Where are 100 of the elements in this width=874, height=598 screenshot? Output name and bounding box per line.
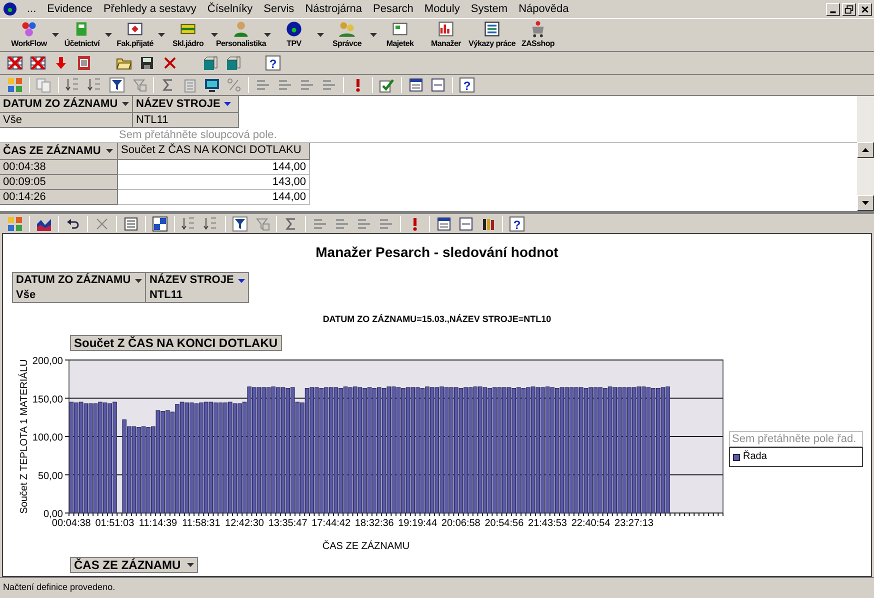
axis-tick-label: 18:32:36 [354, 518, 394, 529]
menu-item[interactable]: ... [25, 0, 38, 18]
sort-descending-icon[interactable] [87, 77, 103, 93]
menu-item[interactable]: Přehledy a sestavy [101, 0, 198, 18]
delete-grid-icon[interactable] [30, 55, 46, 71]
help-icon[interactable]: ? [265, 55, 281, 71]
axis-tick-label: 01:51:03 [95, 518, 134, 529]
axis-tick-label: 11:14:39 [138, 518, 178, 529]
legend-label: Řada [743, 450, 767, 464]
workflow-icon [20, 20, 38, 38]
column-header: Součet Z ČAS NA KONCI DOTLAKU [118, 143, 310, 160]
menu-item[interactable]: Nástrojárna [303, 0, 364, 18]
menu-item[interactable]: Servis [262, 0, 296, 18]
help-icon[interactable]: ? [459, 77, 475, 93]
sort-descending-icon[interactable] [203, 216, 219, 232]
asset-icon [391, 20, 409, 38]
scroll-down-button[interactable] [857, 195, 874, 211]
menu-item[interactable]: Číselníky [205, 0, 255, 18]
data-field-button[interactable]: Součet Z ČAS NA KONCI DOTLAKU [70, 335, 282, 351]
field-button[interactable]: ČAS ZE ZÁZNAMU [0, 143, 118, 160]
up-arrow-icon [862, 148, 869, 152]
field-button[interactable]: NÁZEV STROJE [146, 273, 249, 289]
caret-icon [264, 33, 271, 37]
menu-item[interactable]: Nápověda [516, 0, 571, 18]
sort-ascending-icon[interactable] [65, 77, 81, 93]
caret-icon [370, 33, 377, 37]
module-button[interactable]: Správce [324, 19, 370, 51]
caret-icon [211, 33, 218, 37]
sort-ascending-icon[interactable] [181, 216, 197, 232]
axis-tick-label: 12:42:30 [225, 518, 264, 529]
report-icon [483, 20, 501, 38]
field-list-icon[interactable] [7, 216, 23, 232]
field-button[interactable]: DATUM ZO ZÁZNAMU [13, 273, 146, 289]
menu-item[interactable]: Evidence [45, 0, 94, 18]
drop-hint: Sem přetáhněte sloupcová pole. [119, 129, 277, 141]
monitor-icon[interactable] [204, 77, 220, 93]
table-cell: Vše [13, 288, 146, 303]
form-icon[interactable] [430, 77, 446, 93]
axis-tick-label: 150,00 [32, 394, 63, 406]
module-button[interactable]: ZASshop [515, 19, 561, 51]
export-icon[interactable] [379, 77, 395, 93]
filter-icon[interactable] [232, 216, 248, 232]
table-cell: 144,00 [118, 160, 310, 175]
module-button[interactable]: Skl.jádro [165, 19, 211, 51]
axis-tick-label: 50,00 [38, 470, 63, 482]
invoice-icon [126, 20, 144, 38]
axis-tick-label: 200,00 [32, 356, 63, 367]
chart-icon [437, 20, 455, 38]
module-button[interactable]: WorkFlow [6, 19, 52, 51]
calculator-icon[interactable] [182, 77, 198, 93]
table-cell: 143,00 [118, 175, 310, 190]
status-text: Načtení definice provedeno. [3, 581, 116, 594]
restore-icon[interactable] [842, 2, 856, 16]
module-button[interactable]: Manažer [423, 19, 469, 51]
form-icon[interactable] [458, 216, 474, 232]
module-button[interactable]: TPV [271, 19, 317, 51]
field-button[interactable]: DATUM ZO ZÁZNAMU [0, 96, 133, 113]
caret-icon [186, 563, 194, 567]
field-button[interactable]: NÁZEV STROJE [133, 96, 239, 113]
app-logo-icon[interactable] [3, 2, 17, 16]
list-icon[interactable] [123, 216, 139, 232]
row-header: 00:04:38 [0, 160, 118, 175]
menu-item[interactable]: Pesarch [371, 0, 416, 18]
grid-icon[interactable] [152, 216, 168, 232]
report-icon[interactable] [76, 55, 92, 71]
save-icon[interactable] [139, 55, 155, 71]
module-button[interactable]: Personalistika [218, 19, 264, 51]
module-button[interactable]: Účetnictví [59, 19, 105, 51]
module-button[interactable]: Fak.přijaté [112, 19, 158, 51]
axis-tick-label: 100,00 [32, 432, 63, 444]
menu-item[interactable]: System [468, 0, 510, 18]
filter-icon[interactable] [109, 77, 125, 93]
scroll-up-button[interactable] [857, 142, 874, 158]
axis-tick-label: 17:44:42 [312, 518, 351, 529]
caret-icon [106, 149, 113, 153]
module-button[interactable]: Majetek [377, 19, 423, 51]
box-icon[interactable] [202, 55, 218, 71]
axis-tick-label: 13:35:47 [268, 518, 308, 529]
category-field-button[interactable]: ČAS ZE ZÁZNAMU [70, 557, 198, 573]
table-cell: 144,00 [118, 190, 310, 205]
down-arrow-icon [862, 201, 869, 205]
menu-item[interactable]: Moduly [422, 0, 462, 18]
axis-tick-label: 00:04:38 [52, 518, 91, 529]
field-list-icon[interactable] [7, 77, 23, 93]
row-header: 00:14:26 [0, 190, 118, 205]
document-icon[interactable] [408, 77, 424, 93]
box-icon[interactable] [225, 55, 241, 71]
module-button[interactable]: Výkazy práce [469, 19, 515, 51]
close-icon[interactable] [858, 2, 872, 16]
caret-icon [52, 33, 59, 37]
axis-tick-label: 22:40:54 [571, 518, 610, 529]
axis-tick-label: 21:43:53 [528, 518, 567, 529]
axis-tick-label: 11:58:31 [182, 518, 220, 529]
chart-title: Manažer Pesarch - sledování hodnot [314, 243, 560, 261]
delete-grid-icon[interactable] [7, 55, 23, 71]
help-icon[interactable]: ? [509, 216, 525, 232]
people-icon [338, 20, 356, 38]
down-arrow-icon[interactable] [53, 55, 69, 71]
document-icon[interactable] [436, 216, 452, 232]
minimize-icon[interactable] [826, 2, 840, 16]
